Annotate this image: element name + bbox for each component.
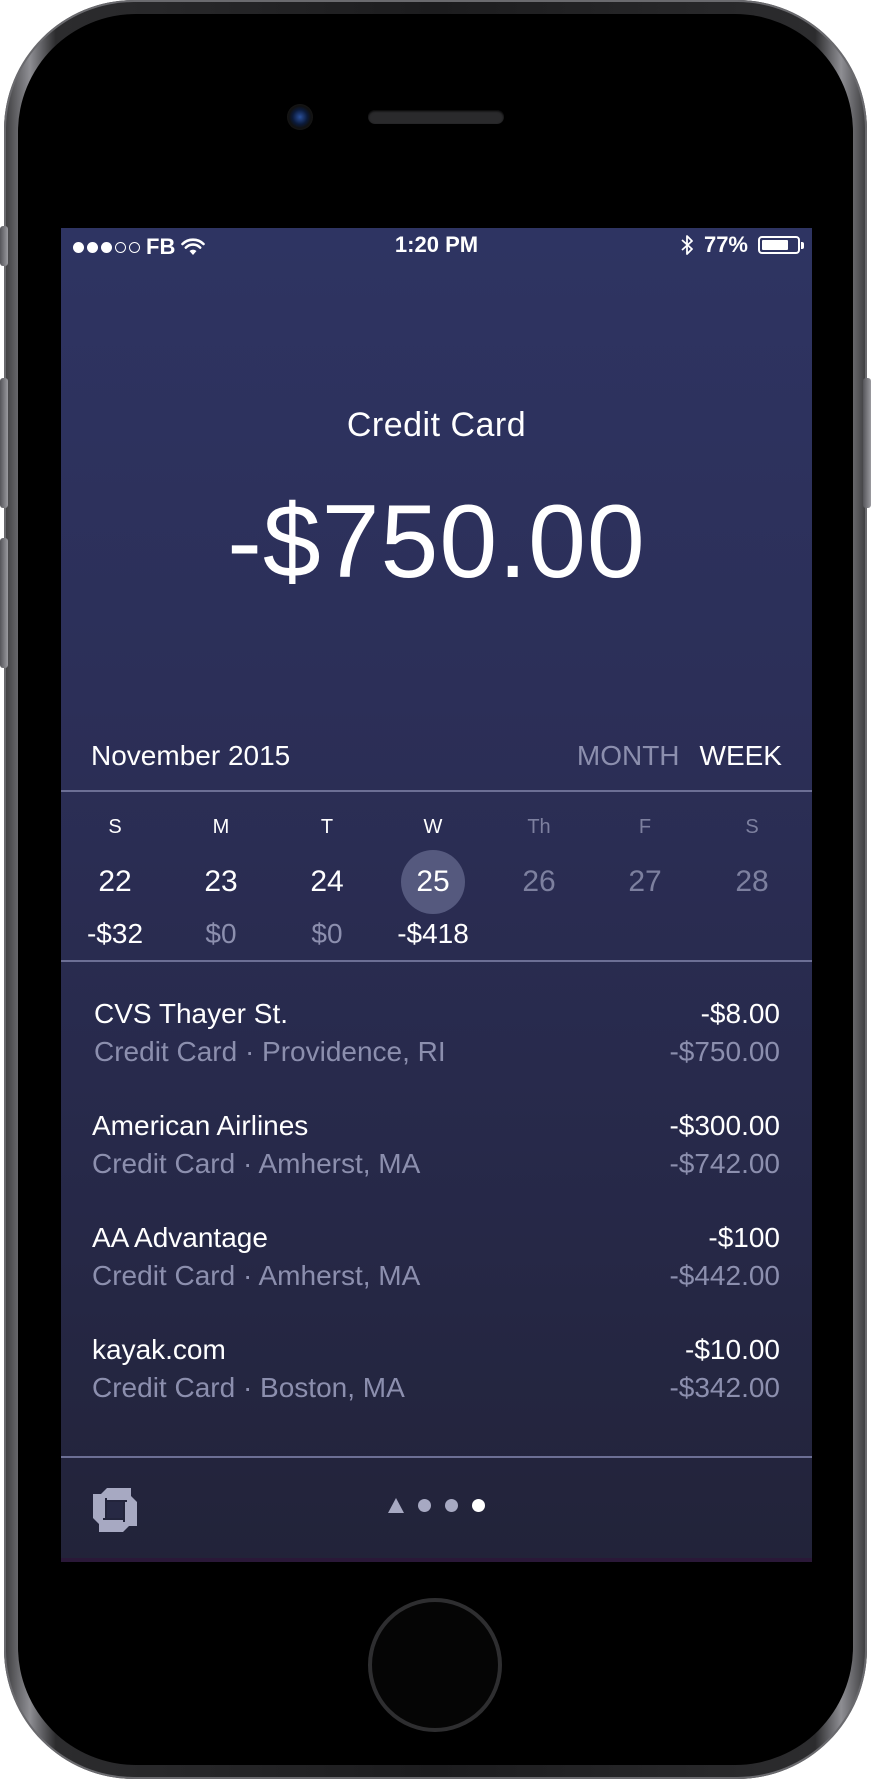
day-number: 24 — [310, 865, 344, 898]
day-letter: F — [638, 816, 652, 838]
current-month: November 2015 — [91, 740, 291, 771]
transaction-row[interactable]: CVS Thayer St. Credit Card · Providence,… — [94, 998, 780, 1088]
month-toggle-button[interactable]: MONTH — [577, 740, 680, 772]
merchant-name: AA Advantage — [92, 1222, 268, 1253]
running-balance: -$742.00 — [669, 1148, 780, 1179]
day-letter: W — [423, 816, 443, 838]
page-dot-active[interactable] — [472, 1499, 485, 1512]
home-button[interactable] — [368, 1598, 502, 1732]
day-amount: -$418 — [397, 918, 469, 949]
bluetooth-icon — [681, 235, 693, 255]
transaction-amount: -$100 — [708, 1222, 780, 1253]
location-arrow-icon[interactable] — [388, 1498, 404, 1513]
transaction-row[interactable]: American Airlines Credit Card · Amherst,… — [92, 1110, 780, 1200]
day-number: 23 — [204, 865, 238, 898]
status-right: 77% — [680, 232, 804, 258]
day-letter: S — [745, 816, 759, 838]
front-camera — [287, 104, 313, 130]
transaction-amount: -$10.00 — [685, 1334, 780, 1365]
battery-percent: 77% — [703, 232, 748, 257]
account-title: Credit Card — [346, 406, 527, 444]
transaction-row[interactable]: AA Advantage Credit Card · Amherst, MA -… — [92, 1222, 780, 1312]
day-number: 28 — [735, 865, 769, 898]
day-letter: M — [212, 816, 230, 838]
week-top-divider — [61, 790, 812, 792]
period-toggle: MONTH WEEK — [577, 740, 782, 772]
week-toggle-button[interactable]: WEEK — [700, 740, 782, 772]
running-balance: -$750.00 — [669, 1036, 780, 1067]
page-dot[interactable] — [418, 1499, 431, 1512]
transaction-subtitle: Credit Card · Boston, MA — [92, 1372, 405, 1403]
transaction-subtitle: Credit Card · Amherst, MA — [92, 1260, 421, 1291]
merchant-name: American Airlines — [92, 1110, 309, 1141]
status-bar: FB 1:20 PM 77% — [61, 228, 812, 268]
earpiece-speaker — [368, 110, 504, 124]
screen-bottom-edge — [61, 1558, 812, 1562]
transaction-subtitle: Credit Card · Amherst, MA — [92, 1148, 421, 1179]
day-number: 27 — [628, 865, 662, 898]
day-letter: Th — [527, 816, 551, 838]
merchant-name: CVS Thayer St. — [94, 998, 289, 1029]
transaction-row[interactable]: kayak.com Credit Card · Boston, MA -$10.… — [92, 1334, 780, 1424]
power-button — [863, 378, 871, 508]
device-frame: FB 1:20 PM 77% Credit Card -$750.00 Nove… — [0, 0, 871, 1779]
day-number: 26 — [522, 865, 556, 898]
running-balance: -$442.00 — [669, 1260, 780, 1291]
app-screen: FB 1:20 PM 77% Credit Card -$750.00 Nove… — [61, 228, 812, 1562]
transaction-amount: -$300.00 — [669, 1110, 780, 1141]
running-balance: -$342.00 — [669, 1372, 780, 1403]
selected-day-number: 25 — [401, 850, 465, 914]
page-indicator — [61, 1498, 812, 1513]
page-dot[interactable] — [445, 1499, 458, 1512]
account-balance: -$750.00 — [227, 484, 646, 600]
merchant-name: kayak.com — [92, 1334, 226, 1365]
day-letter: T — [320, 816, 334, 838]
battery-level-fill — [762, 240, 789, 250]
day-letter: S — [108, 816, 122, 838]
day-number: 22 — [98, 865, 132, 898]
volume-down-button — [0, 538, 8, 668]
bottom-bar — [61, 1458, 812, 1562]
day-amount: $0 — [205, 918, 237, 949]
period-selector: November 2015 MONTH WEEK — [91, 740, 782, 780]
battery-icon — [758, 236, 804, 254]
day-amount: $0 — [311, 918, 343, 949]
transaction-subtitle: Credit Card · Providence, RI — [94, 1036, 446, 1067]
transaction-amount: -$8.00 — [700, 998, 780, 1029]
week-bottom-divider — [61, 960, 812, 962]
volume-up-button — [0, 378, 8, 508]
day-amount: -$32 — [86, 918, 144, 949]
silent-switch — [0, 226, 8, 266]
